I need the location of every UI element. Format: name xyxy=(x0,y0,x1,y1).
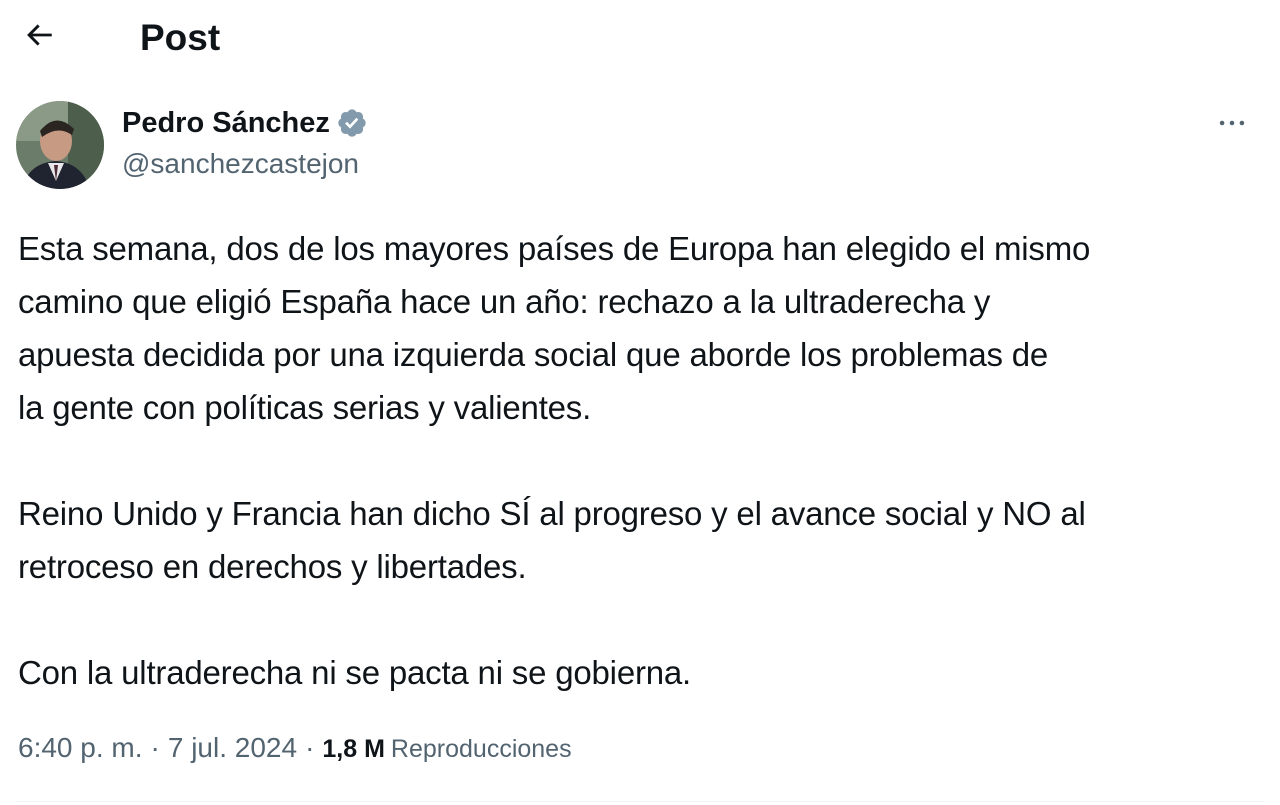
avatar[interactable] xyxy=(16,101,104,189)
post-meta: 6:40 p. m. · 7 jul. 2024 · 1,8 M Reproduccion… xyxy=(18,728,572,769)
divider xyxy=(16,801,1264,802)
meta-separator: · xyxy=(305,732,315,763)
verified-badge-icon xyxy=(336,107,368,139)
author-handle[interactable]: @sanchezcastejon xyxy=(122,146,359,182)
author-name-text: Pedro Sánchez xyxy=(122,107,330,139)
author-name[interactable]: Pedro Sánchez xyxy=(122,103,368,143)
post-text: Esta semana, dos de los mayores países d… xyxy=(18,222,1268,699)
post-time: 6:40 p. m. xyxy=(18,732,143,763)
views-count: 1,8 M xyxy=(322,735,385,763)
more-options-button[interactable] xyxy=(1212,105,1252,145)
post-paragraph: Esta semana, dos de los mayores países d… xyxy=(18,230,1091,426)
post-paragraph: Con la ultraderecha ni se pacta ni se go… xyxy=(18,654,692,691)
post-timestamp[interactable]: 6:40 p. m. · 7 jul. 2024 xyxy=(18,732,297,763)
page-title: Post xyxy=(140,17,221,58)
post-date: 7 jul. 2024 xyxy=(167,732,298,763)
back-button[interactable] xyxy=(16,14,62,60)
page-header: Post xyxy=(0,0,1280,78)
more-horizontal-icon xyxy=(1215,106,1249,145)
meta-separator: · xyxy=(150,732,160,763)
post-paragraph: Reino Unido y Francia han dicho SÍ al pr… xyxy=(18,495,1086,585)
views-label: Reproducciones xyxy=(390,735,572,763)
arrow-left-icon xyxy=(22,18,56,57)
